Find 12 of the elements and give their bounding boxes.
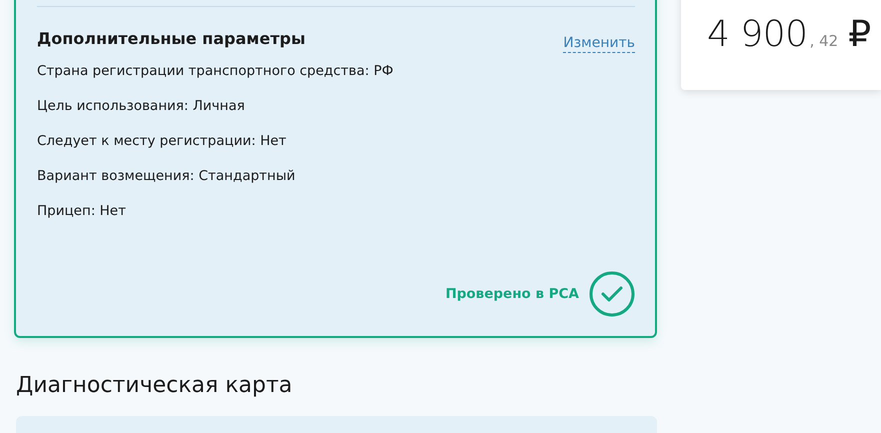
parameter-text: Прицеп: Нет bbox=[37, 202, 127, 221]
price-kopecks: , 42 bbox=[810, 32, 838, 50]
currency-sign: ₽ bbox=[848, 14, 872, 55]
parameter-text: Следует к месту регистрации: Нет bbox=[37, 132, 288, 151]
verified-label: Проверено в РСА bbox=[445, 286, 579, 302]
card-title: Дополнительные параметры bbox=[37, 29, 306, 48]
edit-link[interactable]: Изменить bbox=[563, 35, 635, 53]
parameter-text: Страна регистрации транспортного средства: РФ bbox=[37, 62, 394, 81]
price-value: 4 900 bbox=[707, 14, 808, 55]
parameter-text: Вариант возмещения: Стандартный bbox=[37, 167, 296, 186]
section-title: Диагностическая карта bbox=[16, 373, 294, 399]
parameter-text: Цель использования: Личная bbox=[37, 97, 246, 116]
